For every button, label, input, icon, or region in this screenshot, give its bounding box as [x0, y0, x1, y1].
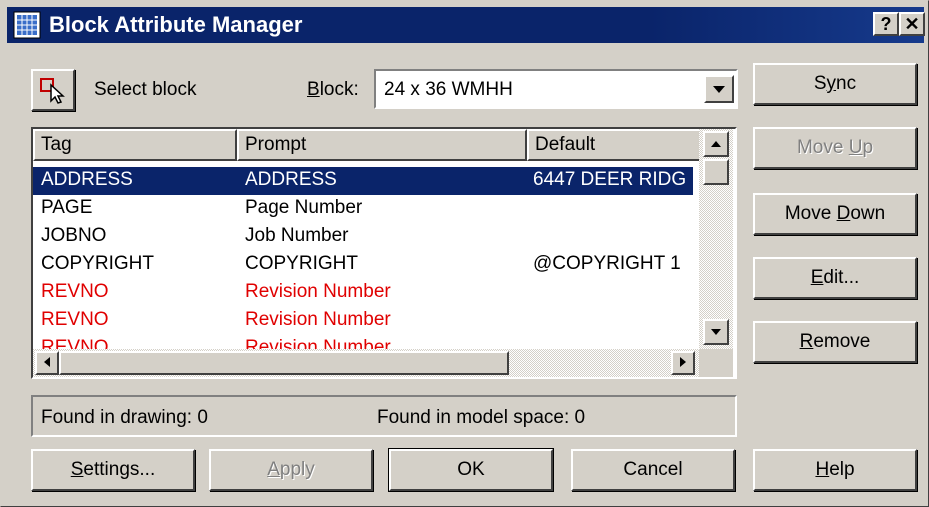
table-row[interactable]: COPYRIGHT COPYRIGHT @COPYRIGHT 1: [33, 251, 693, 279]
horizontal-scrollbar[interactable]: [33, 349, 699, 377]
cell-default: 6447 DEER RIDG: [533, 169, 687, 190]
help-question-button[interactable]: ?: [873, 12, 899, 36]
cell-prompt: ADDRESS: [245, 169, 337, 190]
window-title: Block Attribute Manager: [49, 12, 303, 37]
block-dropdown-arrow[interactable]: [704, 75, 734, 103]
cell-tag: REVNO: [41, 309, 109, 330]
pick-cursor-icon: [40, 78, 65, 104]
scroll-left-button[interactable]: [35, 351, 59, 375]
scroll-right-button[interactable]: [671, 351, 695, 375]
select-block-label: Select block: [94, 79, 197, 100]
table-row[interactable]: JOBNO Job Number: [33, 223, 693, 251]
help-button[interactable]: Help: [753, 449, 917, 491]
found-in-model-space-text: Found in model space: 0: [377, 407, 586, 428]
remove-button[interactable]: Remove: [753, 321, 917, 363]
table-row[interactable]: REVNO Revision Number: [33, 279, 693, 307]
vertical-scroll-thumb[interactable]: [703, 159, 729, 185]
block-label: Block:: [307, 79, 359, 100]
cell-tag: REVNO: [41, 281, 109, 302]
select-block-pick-button[interactable]: [31, 69, 75, 111]
table-row[interactable]: REVNO Revision Number: [33, 307, 693, 335]
cell-prompt: COPYRIGHT: [245, 253, 358, 274]
chevron-down-icon: [713, 86, 725, 93]
scroll-up-button[interactable]: [703, 131, 729, 157]
settings-button[interactable]: Settings...: [31, 449, 195, 491]
attribute-list[interactable]: Tag Prompt Default ADDRESS ADDRESS 6447 DE…: [31, 127, 737, 379]
block-combobox[interactable]: 24 x 36 WMHH: [374, 69, 738, 109]
title-bar[interactable]: Block Attribute Manager ? ✕: [7, 7, 925, 43]
arrow-up-icon: [711, 141, 721, 147]
arrow-down-icon: [711, 329, 721, 335]
table-row[interactable]: ADDRESS ADDRESS 6447 DEER RIDG: [33, 167, 693, 195]
horizontal-scroll-thumb[interactable]: [59, 351, 509, 375]
table-row[interactable]: PAGE Page Number: [33, 195, 693, 223]
cell-prompt: Revision Number: [245, 309, 391, 330]
ok-button[interactable]: OK: [388, 448, 554, 492]
arrow-right-icon: [680, 357, 686, 367]
column-header-tag[interactable]: Tag: [33, 129, 237, 161]
scrollbar-corner: [699, 349, 733, 377]
cell-prompt: Page Number: [245, 197, 363, 218]
column-header-prompt[interactable]: Prompt: [237, 129, 527, 161]
cell-prompt: Job Number: [245, 225, 349, 246]
cell-tag: ADDRESS: [41, 169, 133, 190]
column-header-default[interactable]: Default: [527, 129, 701, 161]
block-attribute-manager-dialog: Block Attribute Manager ? ✕ Select block…: [0, 0, 929, 507]
cell-default: @COPYRIGHT 1: [533, 253, 681, 274]
found-in-drawing-text: Found in drawing: 0: [41, 407, 208, 428]
status-panel: Found in drawing: 0 Found in model space…: [31, 395, 737, 437]
arrow-left-icon: [44, 357, 50, 367]
scroll-down-button[interactable]: [703, 319, 729, 345]
cell-tag: JOBNO: [41, 225, 107, 246]
move-down-button[interactable]: Move Down: [753, 193, 917, 235]
cancel-button[interactable]: Cancel: [571, 449, 735, 491]
cell-tag: COPYRIGHT: [41, 253, 154, 274]
block-combobox-value: 24 x 36 WMHH: [384, 79, 513, 100]
move-up-button[interactable]: Move Up: [753, 127, 917, 169]
apply-button[interactable]: Apply: [209, 449, 373, 491]
close-button[interactable]: ✕: [899, 12, 925, 36]
app-icon: [13, 11, 41, 39]
edit-button[interactable]: Edit...: [753, 257, 917, 299]
vertical-scrollbar[interactable]: [699, 129, 733, 349]
sync-button[interactable]: Sync: [753, 63, 917, 105]
cell-prompt: Revision Number: [245, 281, 391, 302]
cell-tag: PAGE: [41, 197, 93, 218]
